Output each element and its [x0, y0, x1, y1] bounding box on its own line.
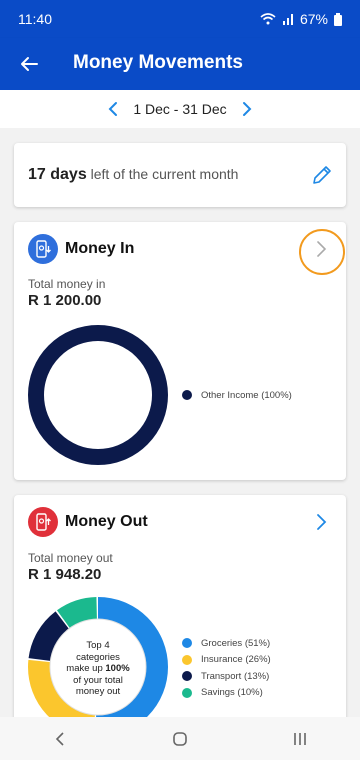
days-left-text: 17 days left of the current month: [28, 166, 238, 184]
donut-center-text: Top 4 categories make up 100% of your to…: [53, 640, 143, 698]
nav-home-icon: [173, 731, 187, 746]
money-out-card[interactable]: Money Out Total money out R 1 948.20 Top…: [14, 495, 346, 737]
legend-dot: [182, 390, 192, 401]
money-out-legend: Groceries (51%) Insurance (26%) Transport …: [182, 635, 271, 701]
legend-label: Transport (13%): [201, 670, 270, 682]
money-in-donut-chart: [28, 325, 168, 465]
nav-back-icon: [55, 731, 64, 746]
nav-home-button[interactable]: [160, 724, 200, 754]
legend-label: Savings (10%): [201, 687, 263, 699]
chevron-right-icon: [242, 102, 252, 116]
legend-dot: [182, 671, 192, 682]
signal-icon: [282, 14, 293, 25]
nav-back-button[interactable]: [40, 724, 80, 754]
legend-label: Groceries (51%): [201, 637, 271, 649]
legend-item: Savings (10%): [182, 685, 271, 702]
legend-item: Groceries (51%): [182, 635, 271, 652]
battery-percent: 67%: [299, 11, 328, 27]
wifi-icon: [260, 13, 276, 25]
money-in-title: Money In: [65, 240, 135, 257]
legend-label: Other Income (100%): [201, 389, 292, 401]
center-line-4: of your total: [73, 674, 123, 686]
phone-money-out-icon: [36, 513, 51, 531]
nav-recents-icon: [294, 732, 306, 745]
total-money-out-value: R 1 948.20: [28, 566, 102, 583]
money-in-card[interactable]: Money In Total money in R 1 200.00 Other…: [14, 222, 346, 480]
donut-segment: [28, 325, 168, 465]
total-money-in-label: Total money in: [28, 277, 106, 291]
edit-button[interactable]: [310, 163, 334, 187]
money-in-details-button[interactable]: [310, 238, 332, 260]
money-out-details-button[interactable]: [310, 511, 332, 533]
app-bar: Money Movements: [0, 38, 360, 90]
legend-dot: [182, 638, 192, 649]
next-period-button[interactable]: [233, 95, 261, 123]
system-nav-bar: [0, 717, 360, 760]
money-out-icon: [28, 507, 58, 537]
chevron-left-icon: [108, 102, 118, 116]
money-in-legend: Other Income (100%): [182, 387, 292, 404]
money-out-title: Money Out: [65, 513, 148, 530]
days-left-card: 17 days left of the current month: [14, 143, 346, 207]
center-line-1: Top 4: [86, 640, 110, 651]
arrow-left-icon: [21, 57, 38, 71]
center-line-2: categories: [76, 651, 120, 663]
chevron-right-icon: [317, 514, 327, 530]
page-title: Money Movements: [73, 52, 243, 73]
center-line-5: money out: [75, 686, 121, 697]
legend-dot: [182, 687, 192, 698]
nav-recents-button[interactable]: [280, 724, 320, 754]
center-line-3-percent: 100%: [105, 663, 130, 674]
phone-money-in-icon: [36, 240, 51, 258]
status-bar: 11:40 67%: [0, 0, 360, 38]
date-range-label: 1 Dec - 31 Dec: [133, 101, 227, 117]
legend-label: Insurance (26%): [201, 654, 271, 666]
battery-icon: [334, 12, 342, 26]
center-line-3: make up 100%: [53, 663, 143, 675]
total-money-out-label: Total money out: [28, 551, 113, 565]
back-button[interactable]: [14, 50, 44, 78]
date-range-selector: 1 Dec - 31 Dec: [0, 90, 360, 128]
chevron-right-icon: [317, 241, 327, 257]
previous-period-button[interactable]: [99, 95, 127, 123]
status-time: 11:40: [18, 11, 52, 27]
legend-dot: [182, 654, 192, 665]
days-left-count: 17 days: [28, 166, 87, 183]
money-in-icon: [28, 234, 58, 264]
pencil-icon: [313, 166, 331, 184]
status-icons: 67%: [260, 11, 342, 27]
legend-item: Transport (13%): [182, 668, 271, 685]
total-money-in-value: R 1 200.00: [28, 292, 102, 309]
days-left-suffix: left of the current month: [90, 166, 239, 182]
legend-item: Other Income (100%): [182, 387, 292, 404]
center-line-3-text: make up: [66, 663, 106, 674]
legend-item: Insurance (26%): [182, 652, 271, 669]
